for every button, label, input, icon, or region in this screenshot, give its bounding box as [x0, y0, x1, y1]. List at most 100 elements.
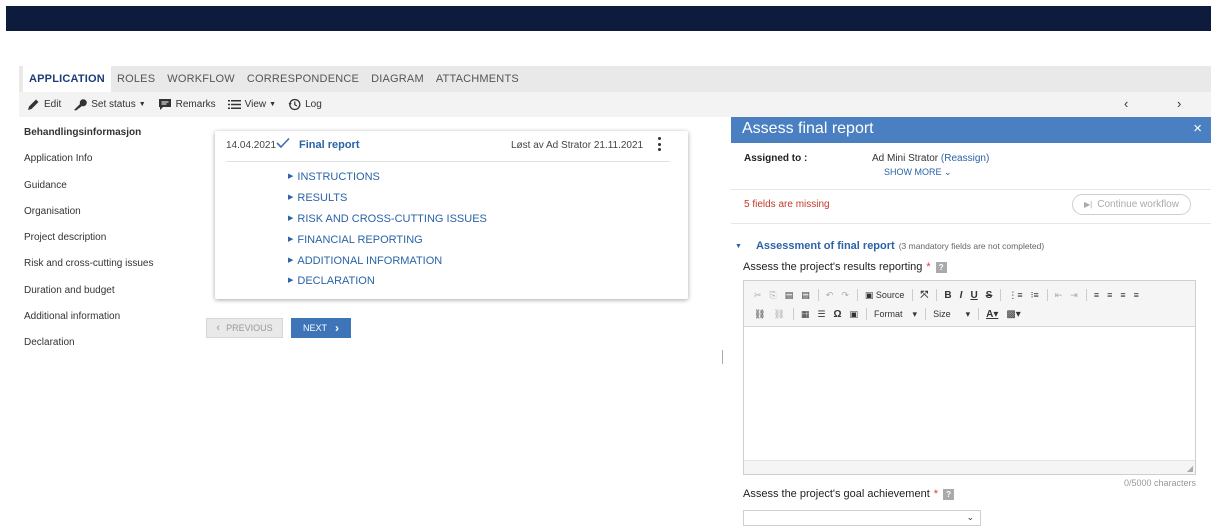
align-justify-icon[interactable]: ≡: [1134, 290, 1139, 300]
section-additional-information[interactable]: ▶ ADDITIONAL INFORMATION: [288, 250, 487, 271]
skip-forward-icon: ▶|: [1084, 200, 1093, 209]
report-title[interactable]: Final report: [299, 139, 360, 151]
panel-splitter-handle[interactable]: [722, 350, 724, 364]
divider: [226, 161, 670, 162]
copy-icon[interactable]: ⎘: [770, 290, 777, 301]
maximize-icon[interactable]: ⤧: [920, 290, 928, 301]
nav-item-additional-information[interactable]: Additional information: [24, 310, 204, 336]
undo-icon[interactable]: ↶: [826, 290, 834, 301]
section-financial-reporting[interactable]: ▶ FINANCIAL REPORTING: [288, 229, 487, 250]
align-center-icon[interactable]: ≡: [1107, 290, 1112, 300]
assessment-section-header[interactable]: ▼ Assessment of final report (3 mandator…: [735, 240, 1044, 252]
section-instructions[interactable]: ▶ INSTRUCTIONS: [288, 167, 487, 188]
history-icon: [288, 98, 301, 111]
report-card: 14.04.2021 Final report Løst av Ad Strat…: [215, 131, 688, 299]
set-status-button[interactable]: Set status ▼: [73, 98, 146, 111]
source-button[interactable]: ▣ Source: [865, 290, 905, 301]
special-character-icon[interactable]: Ω: [833, 309, 841, 320]
outdent-icon[interactable]: ⇤: [1055, 290, 1063, 301]
align-right-icon[interactable]: ≡: [1120, 290, 1125, 300]
link-icon[interactable]: ⛓: [754, 309, 765, 320]
tab-diagram[interactable]: DIAGRAM: [365, 66, 430, 92]
assessment-section-note: (3 mandatory fields are not completed): [898, 241, 1045, 251]
text-color-icon[interactable]: A▾: [986, 309, 998, 320]
help-icon[interactable]: ?: [935, 261, 947, 273]
edit-button[interactable]: Edit: [27, 98, 61, 111]
underline-icon[interactable]: U: [970, 290, 977, 301]
next-label: NEXT: [302, 323, 327, 333]
show-more-button[interactable]: SHOW MORE ⌄: [884, 167, 952, 178]
nav-item-organisation[interactable]: Organisation: [24, 205, 204, 231]
continue-workflow-button[interactable]: ▶| Continue workflow: [1072, 194, 1191, 215]
assessment-section-title: Assessment of final report: [755, 240, 895, 252]
app-header-bar: [6, 6, 1211, 31]
indent-icon[interactable]: ⇥: [1070, 290, 1078, 301]
remarks-button[interactable]: Remarks: [158, 98, 216, 111]
nav-item-declaration[interactable]: Declaration: [24, 336, 204, 362]
chevron-down-icon: ⌄: [966, 512, 974, 522]
align-left-icon[interactable]: ≡: [1094, 290, 1099, 300]
caret-right-icon: ▶: [288, 194, 294, 202]
view-button[interactable]: View ▼: [227, 99, 276, 110]
nav-item-behandlingsinformasjon[interactable]: Behandlingsinformasjon: [24, 126, 204, 152]
list-icon: [227, 100, 241, 109]
tab-correspondence[interactable]: CORRESPONDENCE: [241, 66, 365, 92]
missing-fields-warning: 5 fields are missing: [744, 199, 830, 210]
previous-button[interactable]: ‹ PREVIOUS: [206, 318, 283, 338]
caret-right-icon: ▶: [288, 214, 294, 222]
resize-handle-icon[interactable]: ◢: [1187, 464, 1193, 473]
separator: [866, 308, 868, 320]
size-select[interactable]: Size ▾: [933, 309, 970, 320]
paste-icon[interactable]: ▤: [785, 290, 794, 301]
editor-toolbar-row-1: ✂ ⎘ ▤ ▤ ↶ ↷ ▣ Source ⤧ B I U S ⋮≡ ⁝≡ ⇤ ⇥…: [754, 287, 1147, 303]
help-icon[interactable]: ?: [943, 488, 955, 500]
section-risk[interactable]: ▶ RISK AND CROSS-CUTTING ISSUES: [288, 209, 487, 230]
log-button[interactable]: Log: [288, 98, 322, 111]
tab-roles[interactable]: ROLES: [111, 66, 161, 92]
log-label: Log: [305, 99, 322, 110]
caret-right-icon: ▶: [288, 173, 294, 181]
paste-text-icon[interactable]: ▤: [801, 290, 810, 301]
caret-right-icon: ▶: [288, 256, 294, 264]
image-icon[interactable]: ▣: [850, 309, 859, 320]
rich-text-editor[interactable]: ✂ ⎘ ▤ ▤ ↶ ↷ ▣ Source ⤧ B I U S ⋮≡ ⁝≡ ⇤ ⇥…: [743, 280, 1196, 475]
nav-item-application-info[interactable]: Application Info: [24, 152, 204, 178]
pencil-icon: [28, 99, 39, 110]
table-icon[interactable]: ▦: [801, 309, 810, 320]
tab-application[interactable]: APPLICATION: [23, 66, 111, 92]
bulleted-list-icon[interactable]: ⁝≡: [1031, 290, 1039, 301]
redo-icon[interactable]: ↷: [841, 290, 849, 301]
close-icon[interactable]: ×: [1193, 120, 1202, 137]
nav-item-guidance[interactable]: Guidance: [24, 179, 204, 205]
separator: [912, 289, 914, 301]
tab-workflow[interactable]: WORKFLOW: [161, 66, 241, 92]
question-label: Assess the project's goal achievement: [743, 488, 930, 500]
section-label: INSTRUCTIONS: [297, 171, 380, 184]
section-declaration[interactable]: ▶ DECLARATION: [288, 271, 487, 292]
toolbar: Edit Set status ▼ Remarks View ▼ Log ‹ ›: [19, 92, 1211, 117]
separator: [792, 308, 794, 320]
reassign-link[interactable]: (Reassign): [941, 153, 989, 164]
numbered-list-icon[interactable]: ⋮≡: [1008, 290, 1022, 301]
next-button[interactable]: NEXT ›: [291, 318, 351, 338]
horizontal-line-icon[interactable]: ☰: [817, 309, 825, 320]
next-arrow-button[interactable]: ›: [1177, 96, 1181, 111]
previous-arrow-button[interactable]: ‹: [1124, 96, 1128, 111]
cut-icon[interactable]: ✂: [754, 290, 762, 301]
bold-icon[interactable]: B: [944, 290, 951, 301]
more-options-icon[interactable]: [656, 137, 662, 151]
nav-item-project-description[interactable]: Project description: [24, 231, 204, 257]
background-color-icon[interactable]: ▩▾: [1006, 309, 1020, 320]
tab-bar: APPLICATION ROLES WORKFLOW CORRESPONDENC…: [19, 66, 1211, 92]
unlink-icon[interactable]: ⛓: [773, 309, 784, 320]
strikethrough-icon[interactable]: S: [986, 290, 993, 301]
comment-icon: [158, 99, 171, 110]
tab-attachments[interactable]: ATTACHMENTS: [430, 66, 525, 92]
format-select[interactable]: Format ▾: [874, 309, 917, 320]
goal-achievement-select[interactable]: ⌄: [743, 510, 981, 526]
section-results[interactable]: ▶ RESULTS: [288, 188, 487, 209]
italic-icon[interactable]: I: [960, 290, 963, 301]
nav-item-duration-budget[interactable]: Duration and budget: [24, 284, 204, 310]
chevron-left-icon: ‹: [216, 322, 221, 334]
nav-item-risk[interactable]: Risk and cross-cutting issues: [24, 257, 204, 283]
